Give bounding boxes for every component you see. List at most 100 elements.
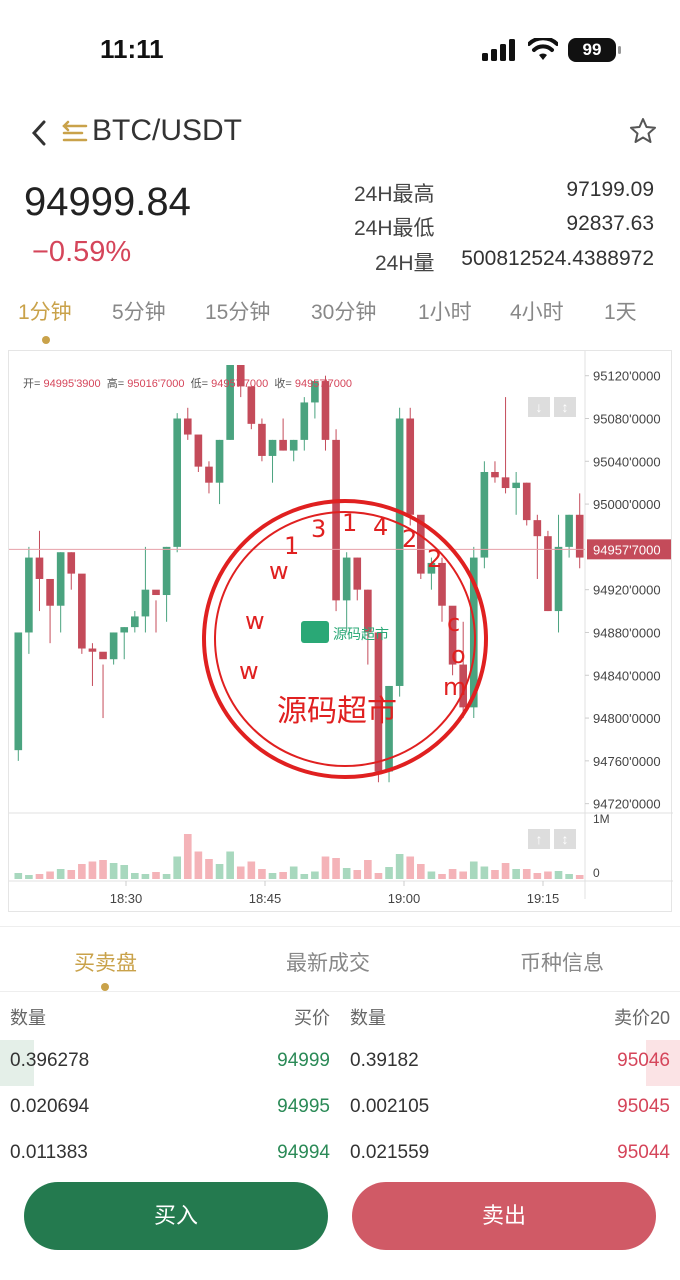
volume-bar <box>194 851 203 879</box>
svg-text:w: w <box>269 557 289 585</box>
candle-body <box>533 520 542 537</box>
volume-24h-value: 500812524.4388972 <box>461 247 654 270</box>
candle-body <box>501 477 510 489</box>
favorite-star-icon[interactable] <box>628 116 658 146</box>
candle-body <box>131 616 139 628</box>
candle-body <box>512 482 520 489</box>
candle-body <box>247 386 256 424</box>
tab-4h[interactable]: 4小时 <box>510 296 564 326</box>
kline-chart[interactable]: 95120'0000 95080'0000 95040'0000 95000'0000… <box>8 350 673 912</box>
candle-body <box>162 546 171 596</box>
tab-15m[interactable]: 15分钟 <box>205 296 270 326</box>
volume-bar <box>417 864 425 879</box>
watermark-stamp: w w w 1 3 1 4 2 2 c o m 源码超市 源码超市 <box>202 499 488 779</box>
status-time: 11:11 <box>100 34 164 64</box>
candle-body <box>88 648 97 652</box>
candle-body <box>215 439 224 483</box>
volume-bar <box>575 875 584 879</box>
volume-bar <box>279 872 287 879</box>
candle-body <box>152 589 160 596</box>
volume-bar <box>226 851 234 879</box>
ask-price: 95046 <box>617 1050 670 1071</box>
volume-bar <box>311 871 319 879</box>
candle-body <box>120 627 129 633</box>
svg-text:m: m <box>443 673 466 701</box>
bid-price-header: 买价 <box>294 1008 330 1028</box>
volume-bar <box>480 866 489 879</box>
high-24h-value: 97199.09 <box>566 178 654 201</box>
book-row[interactable]: 0.020694 94995 0.002105 95045 <box>0 1086 680 1132</box>
tab-latest-trades[interactable]: 最新成交 <box>286 947 370 977</box>
tab-1d[interactable]: 1天 <box>604 296 637 326</box>
candle-body <box>46 578 54 606</box>
volume-bar <box>99 860 107 879</box>
pair-title[interactable]: BTC/USDT <box>92 114 242 148</box>
candle-body <box>141 589 150 617</box>
collapse-vertical-icon[interactable]: ↕ <box>554 829 576 849</box>
candle-body <box>78 573 86 649</box>
top-nav: BTC/USDT <box>0 104 680 160</box>
volume-bar <box>46 871 54 879</box>
volume-24h-label: 24H量 <box>375 252 435 275</box>
volume-bar <box>131 873 139 879</box>
y-tick-label: 95000'0000 <box>593 497 661 512</box>
book-row[interactable]: 0.396278 94999 0.39182 95046 <box>0 1040 680 1086</box>
volume-bar <box>247 861 256 879</box>
volume-bar <box>173 856 181 879</box>
candle-body <box>183 418 192 435</box>
high-label: 高= <box>106 378 125 390</box>
sell-button[interactable]: 卖出 <box>352 1182 656 1250</box>
volume-bar <box>459 871 467 879</box>
tab-30m[interactable]: 30分钟 <box>311 296 376 326</box>
volume-bar <box>565 874 573 879</box>
volume-bar <box>109 863 118 879</box>
candle-body <box>279 439 287 451</box>
low-value: 94957'7000 <box>211 378 269 390</box>
ticker-summary: 94999.84 −0.59% 24H最高 97199.09 24H最低 928… <box>0 170 680 280</box>
buy-button[interactable]: 买入 <box>24 1182 328 1250</box>
y-tick-label: 94760'0000 <box>593 754 661 769</box>
candle-body <box>522 482 531 521</box>
back-arrow-icon[interactable] <box>28 118 50 148</box>
ask-price: 95045 <box>617 1096 670 1117</box>
candle-body <box>35 557 44 579</box>
volume-bar <box>522 869 531 879</box>
active-book-tab-indicator <box>101 983 109 991</box>
high-value: 95016'7000 <box>127 378 185 390</box>
volume-bar <box>512 869 520 879</box>
candle-body <box>109 632 118 660</box>
volume-bar <box>268 873 277 879</box>
volume-bar <box>332 858 340 879</box>
candle-body <box>554 546 563 612</box>
x-tick-label: 18:30 <box>110 891 143 906</box>
candle-body <box>99 651 107 660</box>
expand-vertical-icon[interactable]: ↕ <box>554 397 576 417</box>
close-label: 收= <box>274 378 292 390</box>
pair-switch-icon[interactable] <box>62 120 90 146</box>
volume-bar <box>162 874 171 879</box>
volume-bar <box>56 869 65 879</box>
volume-bar <box>427 871 436 879</box>
svg-text:源码超市: 源码超市 <box>333 626 389 643</box>
scroll-down-icon[interactable]: ↓ <box>528 397 550 417</box>
tab-5m[interactable]: 5分钟 <box>112 296 166 326</box>
volume-bar <box>236 866 245 879</box>
tab-1m[interactable]: 1分钟 <box>18 296 72 326</box>
volume-bar <box>120 865 129 879</box>
volume-bar <box>501 863 510 879</box>
orderbook-tabs: 买卖盘 最新成交 币种信息 <box>0 926 680 992</box>
candle-body <box>300 402 309 440</box>
ask-qty-header: 数量 <box>350 1008 386 1028</box>
volume-bar <box>448 869 457 879</box>
volume-bar <box>364 860 372 879</box>
tab-orderbook[interactable]: 买卖盘 <box>74 947 137 977</box>
ask-qty: 0.002105 <box>350 1096 430 1117</box>
volume-bar <box>406 856 415 879</box>
x-tick-label: 18:45 <box>249 891 282 906</box>
scroll-up-icon[interactable]: ↑ <box>528 829 550 849</box>
volume-bar <box>35 874 44 879</box>
tab-coin-info[interactable]: 币种信息 <box>520 947 604 977</box>
tab-1h[interactable]: 1小时 <box>418 296 472 326</box>
volume-bar <box>289 866 298 879</box>
svg-text:w: w <box>239 657 259 685</box>
